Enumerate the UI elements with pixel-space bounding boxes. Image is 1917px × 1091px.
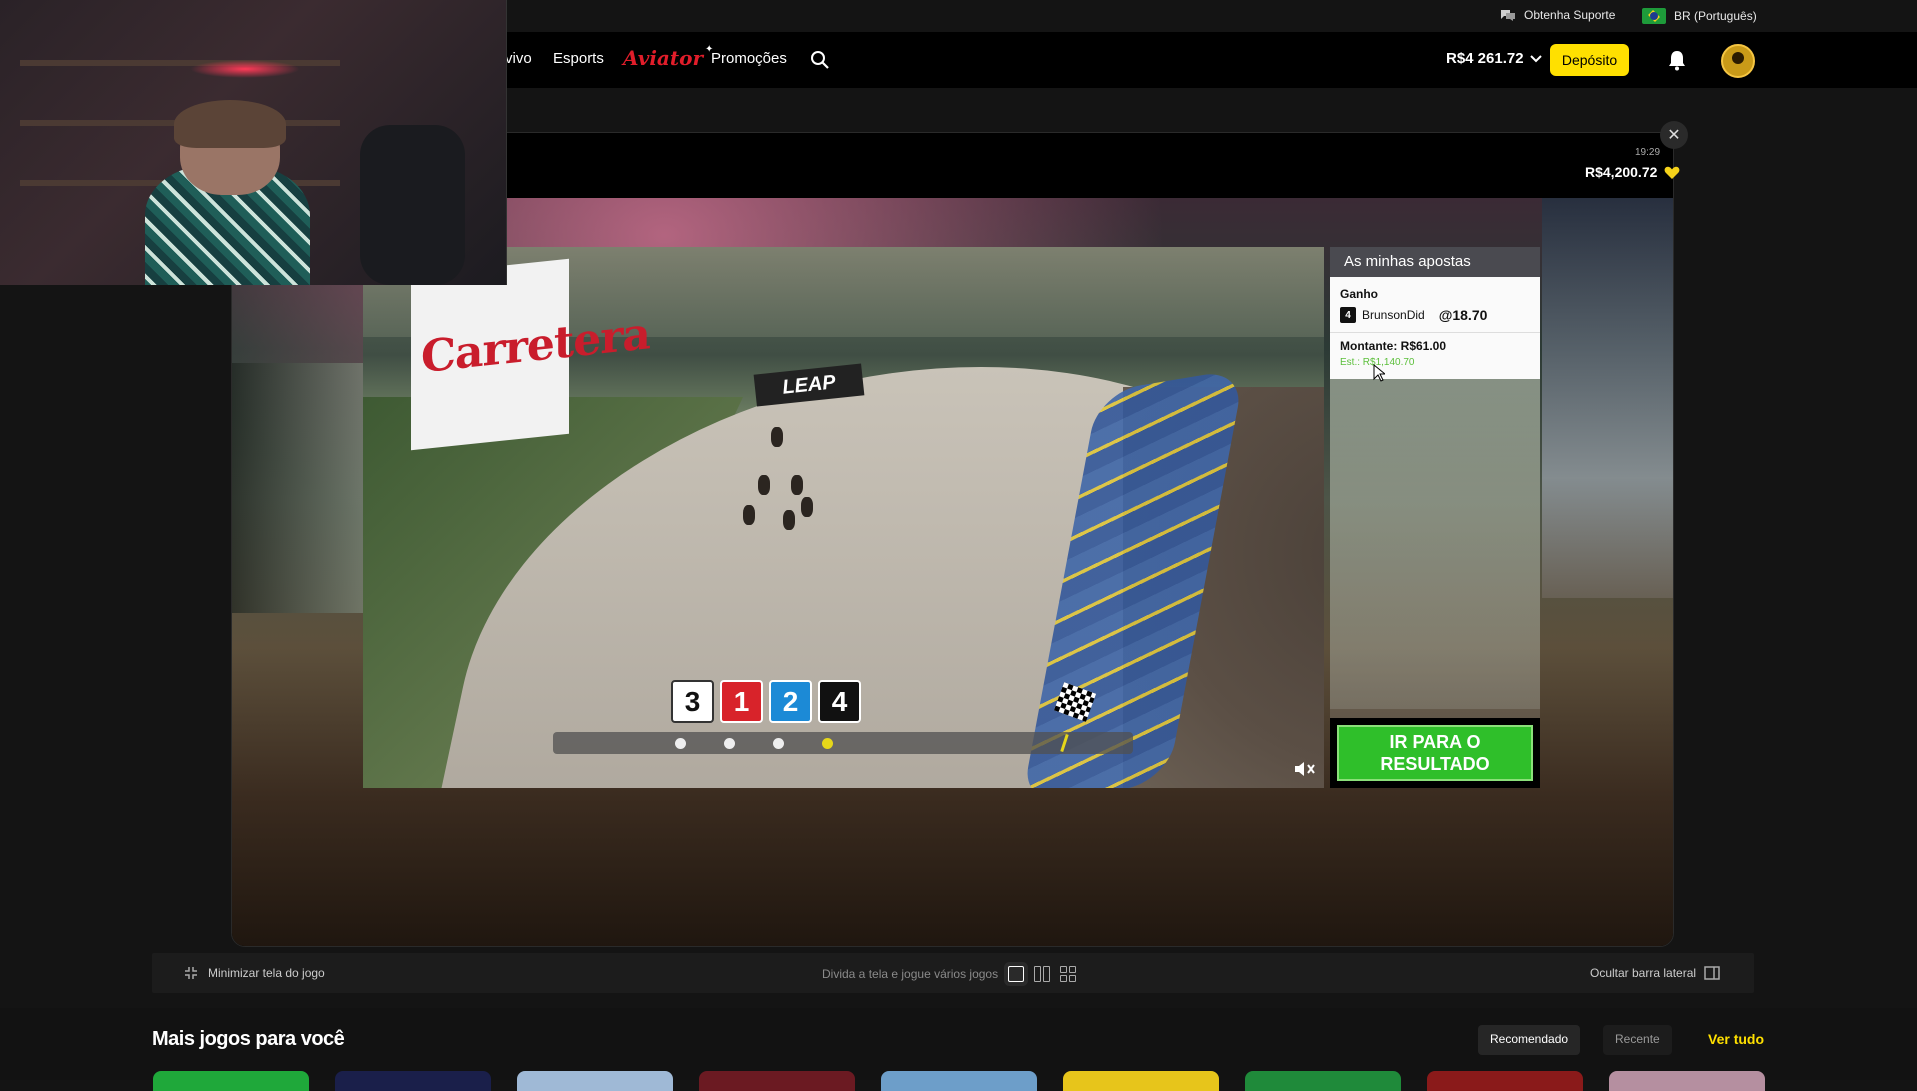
account-balance[interactable]: R$4 261.72	[1446, 50, 1542, 67]
support-label: Obtenha Suporte	[1524, 8, 1616, 22]
webcam-overlay	[0, 0, 507, 285]
result-wrapper: IR PARA O RESULTADO	[1330, 718, 1540, 788]
chevron-down-icon	[1529, 54, 1542, 62]
nav-item-esports[interactable]: Esports	[553, 50, 604, 67]
divider	[1330, 332, 1540, 333]
nav-item-aviator[interactable]: Aviator	[623, 46, 703, 70]
close-icon[interactable]: ✕	[1660, 121, 1688, 149]
tab-recent[interactable]: Recente	[1603, 1025, 1672, 1055]
game-thumbnail[interactable]	[699, 1071, 855, 1091]
game-thumbnail[interactable]	[335, 1071, 491, 1091]
nav-item-promotions[interactable]: Promoções	[711, 50, 787, 67]
bet-selection: 4 BrunsonDid @18.70	[1340, 307, 1487, 323]
trap-number: 4	[818, 680, 861, 723]
see-all-link[interactable]: Ver tudo	[1708, 1031, 1764, 1047]
hide-sidebar-label: Ocultar barra lateral	[1590, 966, 1697, 980]
bet-card[interactable]: Ganho 4 BrunsonDid @18.70 Montante: R$61…	[1330, 277, 1540, 379]
race-progress	[553, 732, 1133, 754]
minimize-button[interactable]: Minimizar tela do jogo	[184, 966, 325, 980]
person-hair	[174, 100, 286, 148]
bets-empty-area	[1330, 379, 1540, 709]
greyhound	[771, 427, 783, 447]
brazil-flag-icon	[1642, 8, 1666, 24]
nav-item-live[interactable]: vivo	[505, 50, 532, 67]
progress-dot-active	[822, 738, 833, 749]
greyhound	[801, 497, 813, 517]
game-controls-bar: Minimizar tela do jogo Divida a tela e j…	[152, 953, 1754, 993]
heart-icon[interactable]	[1664, 166, 1680, 180]
my-bets-panel: As minhas apostas Ganho 4 BrunsonDid @18…	[1330, 247, 1540, 788]
search-icon[interactable]	[810, 50, 830, 70]
trap-badge: 4	[1340, 307, 1356, 323]
two-layout-icon[interactable]	[1034, 966, 1051, 982]
language-label: BR (Português)	[1674, 9, 1757, 23]
game-thumbnail[interactable]	[1245, 1071, 1401, 1091]
sponsor-sign: Carretera	[411, 258, 650, 451]
progress-dot	[675, 738, 686, 749]
game-thumbnail[interactable]	[517, 1071, 673, 1091]
lamp-glow	[190, 60, 300, 78]
support-link[interactable]: Obtenha Suporte	[1500, 8, 1615, 22]
split-screen-options: Divida a tela e jogue vários jogos	[822, 966, 1077, 982]
deposit-button[interactable]: Depósito	[1550, 44, 1629, 76]
bet-type: Ganho	[1340, 287, 1378, 301]
trap-number: 3	[671, 680, 714, 723]
game-thumbnail[interactable]	[1427, 1071, 1583, 1091]
trap-number: 1	[720, 680, 763, 723]
game-thumbnail[interactable]	[881, 1071, 1037, 1091]
more-games-section: Mais jogos para você Recomendado Recente…	[0, 1008, 1917, 1091]
race-video: Carretera LEAP 3 1 2 4	[363, 247, 1324, 788]
section-title: Mais jogos para você	[152, 1028, 345, 1050]
bell-icon[interactable]	[1667, 49, 1687, 71]
mouse-cursor-icon	[1373, 364, 1385, 382]
greyhound	[791, 475, 803, 495]
hide-sidebar-button[interactable]: Ocultar barra lateral	[1590, 966, 1720, 980]
avatar[interactable]	[1721, 44, 1755, 78]
race-positions: 3 1 2 4	[671, 680, 861, 723]
single-layout-icon[interactable]	[1008, 966, 1025, 982]
chair	[360, 125, 465, 285]
tab-recommended[interactable]: Recomendado	[1478, 1025, 1581, 1055]
bets-title: As minhas apostas	[1330, 247, 1540, 277]
bet-odds: @18.70	[1438, 307, 1488, 323]
finish-marker	[1060, 733, 1069, 753]
split-label: Divida a tela e jogue vários jogos	[822, 967, 999, 981]
language-selector[interactable]: BR (Português)	[1642, 8, 1757, 24]
minimize-icon	[185, 967, 197, 979]
mute-icon[interactable]	[1293, 759, 1317, 779]
background-right	[1542, 198, 1673, 598]
go-to-result-button[interactable]: IR PARA O RESULTADO	[1337, 725, 1533, 781]
greyhound	[783, 510, 795, 530]
sign-text: Carretera	[421, 308, 650, 384]
four-layout-icon[interactable]	[1060, 966, 1077, 982]
greyhound	[743, 505, 755, 525]
greyhound	[758, 475, 770, 495]
game-clock: 19:29	[1635, 147, 1661, 158]
trap-number: 2	[769, 680, 812, 723]
runner-name: BrunsonDid	[1362, 308, 1425, 322]
game-thumbnail[interactable]	[1063, 1071, 1219, 1091]
progress-dot	[773, 738, 784, 749]
game-balance: R$4,200.72	[1585, 164, 1658, 180]
sidebar-icon	[1704, 966, 1720, 980]
background-left	[232, 363, 367, 613]
balance-value: R$4 261.72	[1446, 50, 1524, 67]
bet-stake: Montante: R$61.00	[1340, 339, 1447, 353]
chat-icon	[1501, 10, 1515, 21]
progress-dot	[724, 738, 735, 749]
game-thumbnail[interactable]	[1609, 1071, 1765, 1091]
game-thumbnail[interactable]	[153, 1071, 309, 1091]
minimize-label: Minimizar tela do jogo	[208, 966, 325, 980]
